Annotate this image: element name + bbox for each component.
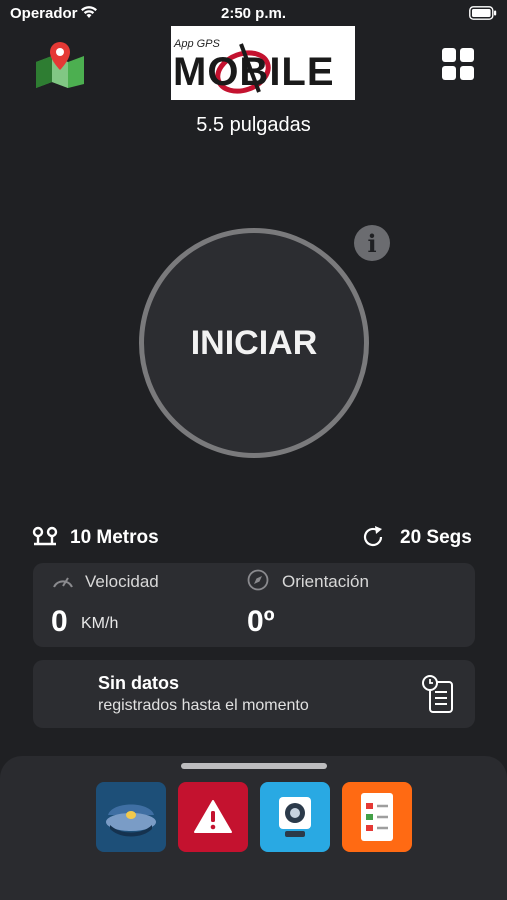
info-icon[interactable]: i: [354, 225, 390, 261]
checklist-icon: [361, 793, 393, 841]
app-logo: App GPS MOBILE: [171, 26, 355, 100]
police-app-button[interactable]: [96, 782, 166, 852]
start-button[interactable]: INICIAR: [139, 228, 369, 458]
maps-icon[interactable]: [34, 40, 86, 88]
speed-value: 0: [51, 605, 68, 638]
sheet-grabber[interactable]: [181, 763, 327, 769]
metrics-card: Velocidad 0 KM/h Orientación 0º: [33, 563, 475, 647]
logo-small-text: App GPS: [174, 38, 220, 50]
device-size-label: 5.5 pulgadas: [196, 114, 311, 136]
tracking-settings-row: 10 Metros 20 Segs: [0, 524, 507, 550]
history-title: Sin datos: [98, 673, 180, 693]
compass-icon: [247, 569, 269, 591]
warning-icon: [194, 800, 232, 833]
speed-label: Velocidad: [85, 572, 159, 591]
battery-icon: [469, 6, 497, 20]
bottom-sheet: [0, 756, 507, 900]
interval-value[interactable]: 20 Segs: [400, 527, 472, 549]
distance-value[interactable]: 10 Metros: [70, 527, 159, 549]
report-app-button[interactable]: [342, 782, 412, 852]
orientation-value: 0º: [247, 605, 275, 638]
start-button-label: INICIAR: [190, 323, 318, 362]
refresh-icon[interactable]: [361, 525, 385, 549]
police-cap-icon: [106, 804, 156, 837]
speedometer-icon: [53, 577, 73, 588]
speed-unit: KM/h: [81, 615, 119, 632]
orientation-label: Orientación: [282, 572, 369, 591]
history-subtitle: registrados hasta el momento: [98, 697, 309, 714]
status-bar: Operador 2:50 p.m.: [0, 0, 507, 28]
webcam-icon: [279, 797, 311, 837]
logo-big-text: MOBILE: [173, 50, 335, 94]
alert-app-button[interactable]: [178, 782, 248, 852]
grid-menu-icon[interactable]: [442, 48, 474, 80]
history-log-icon[interactable]: [421, 674, 455, 714]
camera-app-button[interactable]: [260, 782, 330, 852]
history-card[interactable]: Sin datos registrados hasta el momento: [33, 660, 475, 728]
distance-icon[interactable]: [32, 526, 58, 548]
clock: 2:50 p.m.: [220, 5, 287, 22]
